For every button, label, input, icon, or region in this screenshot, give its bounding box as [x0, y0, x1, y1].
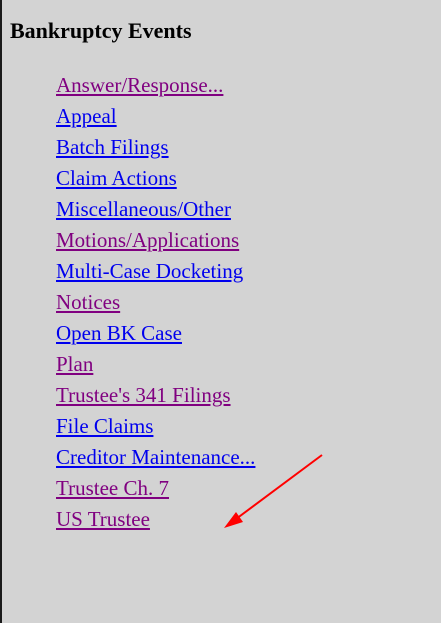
menu-item-plan: Plan: [56, 349, 255, 380]
menu-item-answer-response: Answer/Response...: [56, 70, 255, 101]
link-plan[interactable]: Plan: [56, 352, 93, 376]
link-answer-response[interactable]: Answer/Response...: [56, 73, 223, 97]
link-multi-case-docketing[interactable]: Multi-Case Docketing: [56, 259, 243, 283]
menu-item-open-bk-case: Open BK Case: [56, 318, 255, 349]
menu-item-miscellaneous-other: Miscellaneous/Other: [56, 194, 255, 225]
link-trustees-341-filings[interactable]: Trustee's 341 Filings: [56, 383, 231, 407]
link-appeal[interactable]: Appeal: [56, 104, 117, 128]
menu-item-appeal: Appeal: [56, 101, 255, 132]
page-title: Bankruptcy Events: [10, 18, 192, 43]
menu-item-claim-actions: Claim Actions: [56, 163, 255, 194]
menu-item-batch-filings: Batch Filings: [56, 132, 255, 163]
link-us-trustee[interactable]: US Trustee: [56, 507, 150, 531]
link-open-bk-case[interactable]: Open BK Case: [56, 321, 182, 345]
menu-item-notices: Notices: [56, 287, 255, 318]
link-motions-applications[interactable]: Motions/Applications: [56, 228, 239, 252]
menu-item-multi-case-docketing: Multi-Case Docketing: [56, 256, 255, 287]
link-miscellaneous-other[interactable]: Miscellaneous/Other: [56, 197, 231, 221]
menu-item-trustees-341-filings: Trustee's 341 Filings: [56, 380, 255, 411]
menu-item-creditor-maintenance: Creditor Maintenance...: [56, 442, 255, 473]
bankruptcy-events-panel: Bankruptcy Events Answer/Response... App…: [0, 0, 441, 623]
link-trustee-ch-7[interactable]: Trustee Ch. 7: [56, 476, 169, 500]
link-claim-actions[interactable]: Claim Actions: [56, 166, 177, 190]
left-border-divider: [0, 0, 2, 623]
link-notices[interactable]: Notices: [56, 290, 120, 314]
menu-item-us-trustee: US Trustee: [56, 504, 255, 535]
link-creditor-maintenance[interactable]: Creditor Maintenance...: [56, 445, 255, 469]
events-menu: Answer/Response... Appeal Batch Filings …: [56, 70, 255, 535]
link-batch-filings[interactable]: Batch Filings: [56, 135, 169, 159]
menu-item-motions-applications: Motions/Applications: [56, 225, 255, 256]
menu-item-trustee-ch-7: Trustee Ch. 7: [56, 473, 255, 504]
link-file-claims[interactable]: File Claims: [56, 414, 153, 438]
menu-item-file-claims: File Claims: [56, 411, 255, 442]
